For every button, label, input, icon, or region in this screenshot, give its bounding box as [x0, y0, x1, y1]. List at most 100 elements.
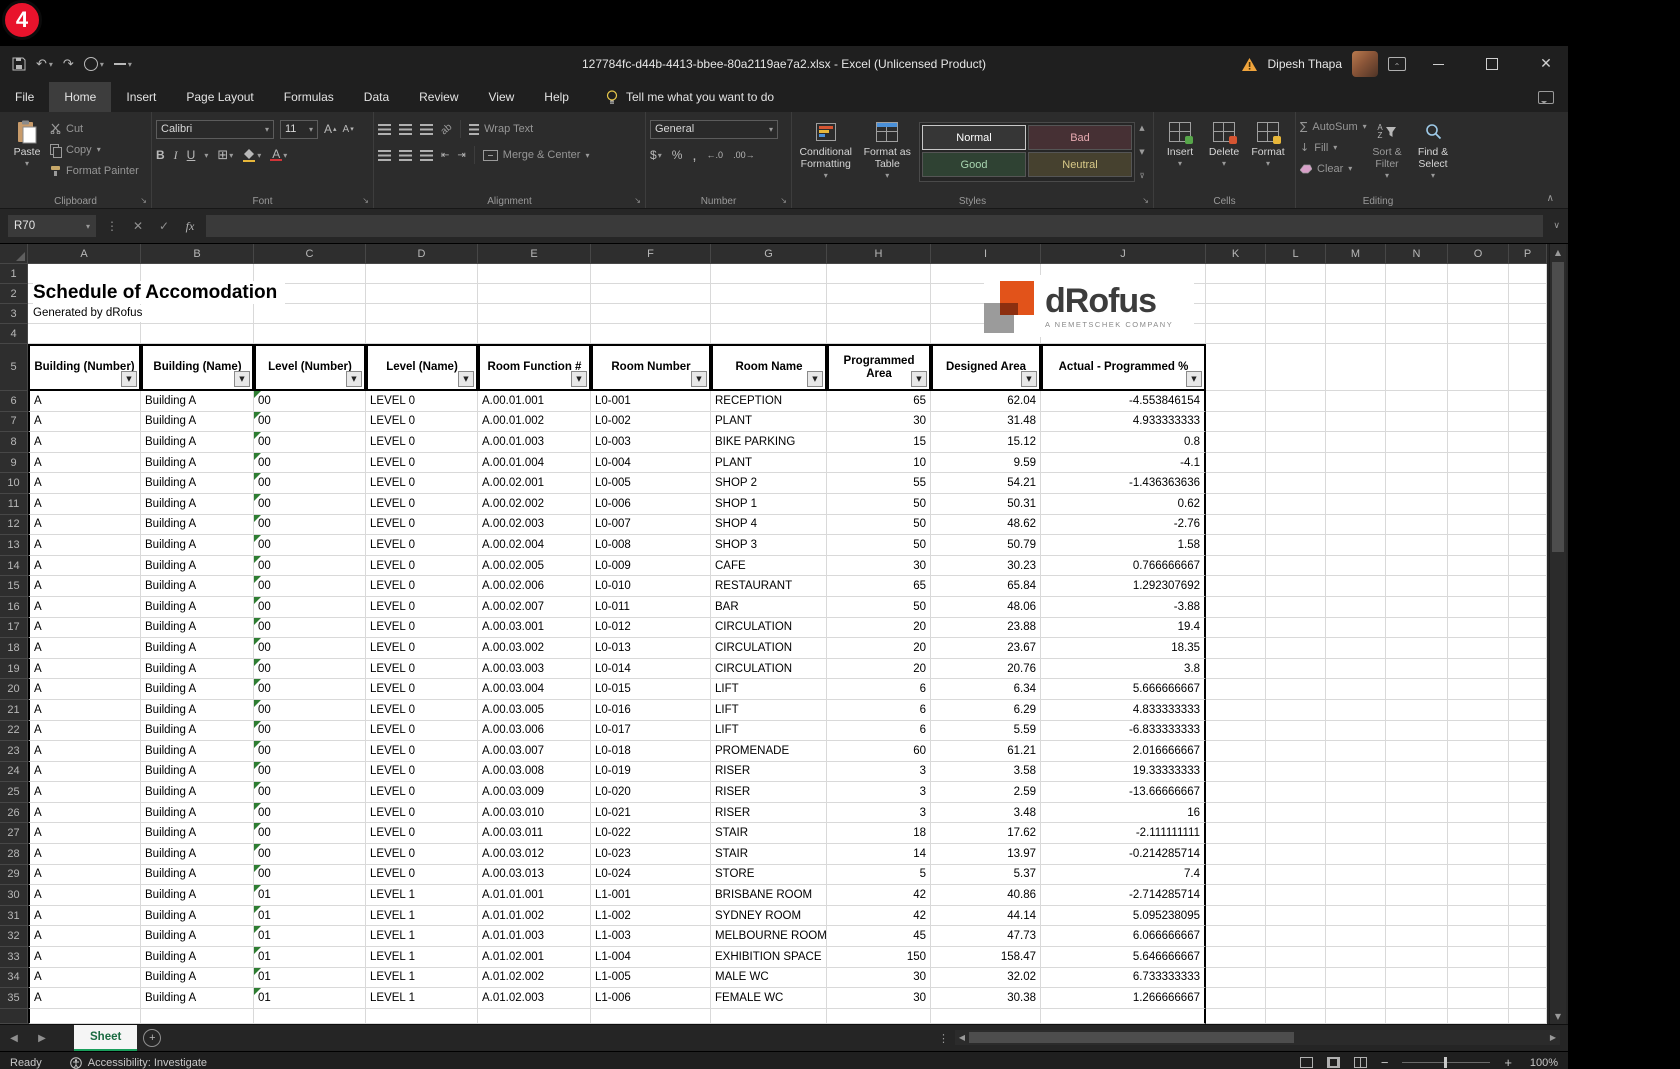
cell[interactable]: L0-017: [591, 721, 711, 742]
cell[interactable]: L0-005: [591, 473, 711, 494]
format-cells-button[interactable]: Format ▾: [1246, 116, 1290, 170]
cell[interactable]: RISER: [711, 803, 827, 824]
column-header-I[interactable]: I: [931, 244, 1041, 264]
cell[interactable]: 19.33333333: [1041, 762, 1206, 783]
cell[interactable]: 50.31: [931, 494, 1041, 515]
filter-button[interactable]: ▼: [1186, 371, 1202, 387]
cell[interactable]: L0-021: [591, 803, 711, 824]
cell[interactable]: 00: [254, 597, 366, 618]
font-dialog-launcher-icon[interactable]: ↘: [362, 196, 369, 205]
filter-button[interactable]: ▼: [807, 371, 823, 387]
increase-decimal-icon[interactable]: ←.0: [707, 150, 724, 160]
wrap-text-button[interactable]: Wrap Text: [469, 119, 533, 140]
cell[interactable]: [1326, 618, 1386, 639]
cell[interactable]: [1206, 988, 1266, 1009]
cell[interactable]: 50: [827, 597, 931, 618]
cell[interactable]: 6.733333333: [1041, 968, 1206, 989]
cell[interactable]: [1266, 515, 1326, 536]
cell[interactable]: [1206, 618, 1266, 639]
cell[interactable]: 3.48: [931, 803, 1041, 824]
font-name-combo[interactable]: Calibri▾: [156, 120, 274, 139]
cell[interactable]: [1509, 865, 1547, 886]
cell[interactable]: [1266, 284, 1326, 304]
cell[interactable]: Building A: [141, 494, 254, 515]
cell[interactable]: -6.833333333: [1041, 721, 1206, 742]
cell[interactable]: [1509, 844, 1547, 865]
cell[interactable]: [1206, 968, 1266, 989]
cell[interactable]: [1326, 344, 1386, 391]
cell[interactable]: A: [28, 597, 141, 618]
alignment-dialog-launcher-icon[interactable]: ↘: [634, 196, 641, 205]
cell[interactable]: [1448, 906, 1509, 927]
cell[interactable]: [1448, 926, 1509, 947]
cell[interactable]: A: [28, 885, 141, 906]
cell[interactable]: L0-009: [591, 556, 711, 577]
row-header-27[interactable]: 27: [0, 823, 28, 844]
number-dialog-launcher-icon[interactable]: ↘: [780, 196, 787, 205]
formula-input[interactable]: [206, 215, 1543, 237]
cell[interactable]: 5.37: [931, 865, 1041, 886]
table-header-cell[interactable]: Designed Area▼: [931, 344, 1041, 391]
row-header-2[interactable]: 2: [0, 284, 28, 304]
cell[interactable]: LEVEL 0: [366, 782, 478, 803]
cell[interactable]: 00: [254, 700, 366, 721]
cell[interactable]: [1386, 556, 1448, 577]
cell-style-bad[interactable]: Bad: [1028, 125, 1132, 150]
cell[interactable]: [1326, 762, 1386, 783]
cell[interactable]: [1326, 535, 1386, 556]
cell[interactable]: [1386, 721, 1448, 742]
cell[interactable]: [1266, 865, 1326, 886]
cell[interactable]: [1326, 865, 1386, 886]
cell[interactable]: 65.84: [931, 576, 1041, 597]
cell[interactable]: [1326, 823, 1386, 844]
cell[interactable]: LIFT: [711, 700, 827, 721]
row-header-30[interactable]: 30: [0, 885, 28, 906]
comma-style-button[interactable]: ,: [692, 147, 696, 164]
cell[interactable]: Building A: [141, 721, 254, 742]
gallery-up-icon[interactable]: ▲: [1139, 124, 1144, 132]
cell[interactable]: [1266, 576, 1326, 597]
cell[interactable]: [1266, 659, 1326, 680]
clear-button[interactable]: Clear ▾: [1300, 158, 1364, 179]
cell[interactable]: 2.59: [931, 782, 1041, 803]
cell[interactable]: [591, 284, 711, 304]
cell[interactable]: A: [28, 556, 141, 577]
cell[interactable]: A: [28, 576, 141, 597]
cell[interactable]: [1326, 721, 1386, 742]
delete-cells-button[interactable]: Delete ▾: [1202, 116, 1246, 170]
cell[interactable]: LEVEL 0: [366, 762, 478, 783]
cell[interactable]: [478, 284, 591, 304]
cell[interactable]: [1326, 391, 1386, 412]
cell[interactable]: 00: [254, 391, 366, 412]
cell[interactable]: [1326, 968, 1386, 989]
cell[interactable]: 4.933333333: [1041, 412, 1206, 433]
page-layout-view-icon[interactable]: [1327, 1057, 1340, 1068]
gallery-down-icon[interactable]: ▼: [1139, 148, 1144, 156]
ribbon-display-options-icon[interactable]: ⌃: [1388, 57, 1406, 71]
row-header-24[interactable]: 24: [0, 762, 28, 783]
autosum-button[interactable]: ∑ AutoSum ▾: [1300, 116, 1364, 137]
cell[interactable]: [1206, 576, 1266, 597]
cell[interactable]: A.01.01.001: [478, 885, 591, 906]
cell[interactable]: [1326, 700, 1386, 721]
filter-button[interactable]: ▼: [458, 371, 474, 387]
cell[interactable]: [1266, 926, 1326, 947]
align-center-icon[interactable]: [399, 150, 412, 161]
cell[interactable]: [1326, 412, 1386, 433]
font-color-button[interactable]: A ▾: [270, 149, 287, 161]
column-header-B[interactable]: B: [141, 244, 254, 264]
column-header-M[interactable]: M: [1326, 244, 1386, 264]
cell[interactable]: [1448, 284, 1509, 304]
cell[interactable]: [1448, 968, 1509, 989]
cell[interactable]: LEVEL 1: [366, 988, 478, 1009]
cell[interactable]: L0-011: [591, 597, 711, 618]
cell[interactable]: [1448, 453, 1509, 474]
sheet-tab-active[interactable]: Sheet: [74, 1025, 137, 1051]
cell[interactable]: 48.62: [931, 515, 1041, 536]
cell[interactable]: [1386, 264, 1448, 284]
cell[interactable]: [1266, 412, 1326, 433]
cell[interactable]: [1326, 803, 1386, 824]
cell[interactable]: A.01.02.001: [478, 947, 591, 968]
cell[interactable]: 1.292307692: [1041, 576, 1206, 597]
cell[interactable]: Building A: [141, 576, 254, 597]
